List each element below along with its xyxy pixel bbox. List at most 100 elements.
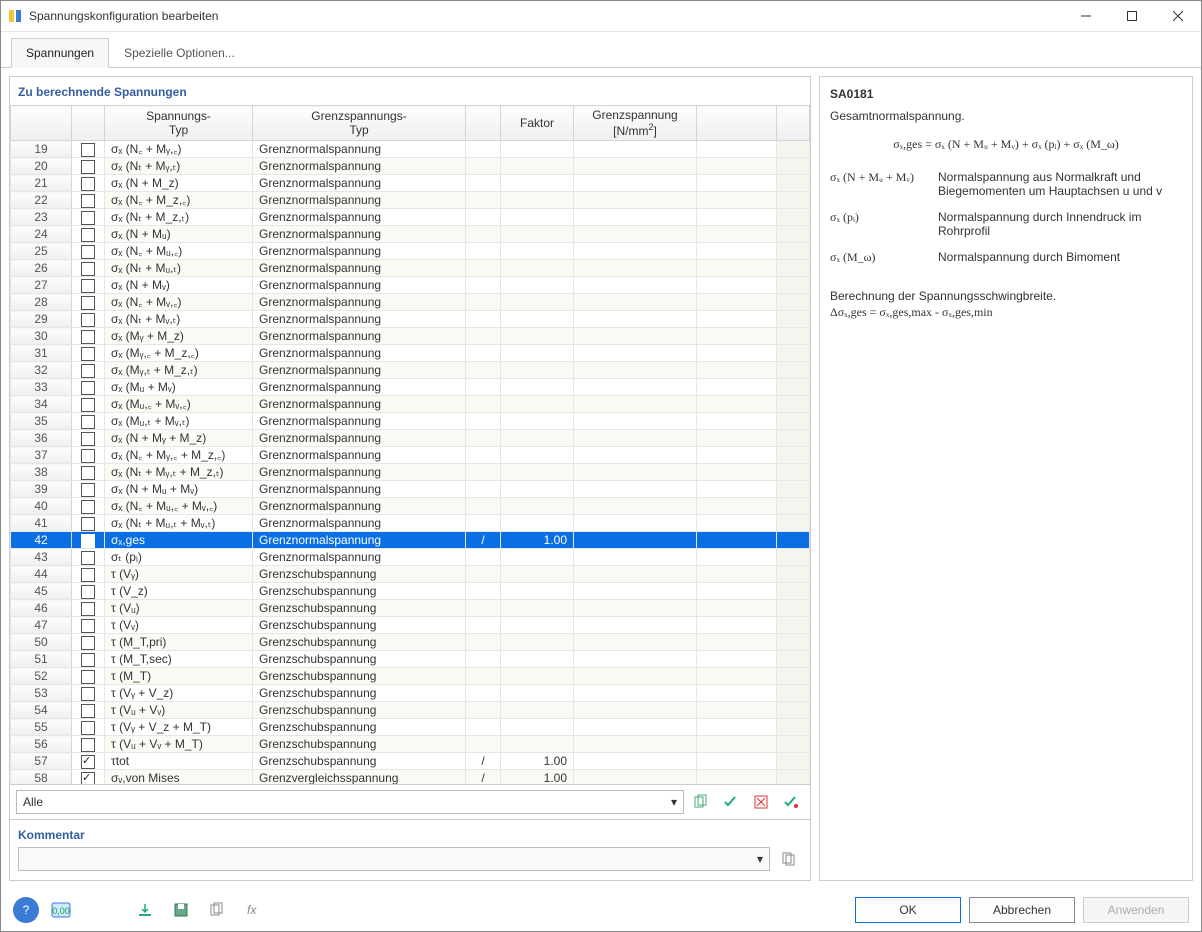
cell-limit-stress[interactable] xyxy=(574,566,697,583)
cell-limit-stress[interactable] xyxy=(574,753,697,770)
cell-limit-stress[interactable] xyxy=(574,362,697,379)
cell-limit-type[interactable]: Grenzschubspannung xyxy=(253,651,466,668)
row-checkbox[interactable] xyxy=(72,532,105,549)
cell-stress-type[interactable]: τ (V_z) xyxy=(105,583,253,600)
cell-limit-type[interactable]: Grenzschubspannung xyxy=(253,753,466,770)
cell-limit-type[interactable]: Grenzvergleichsspannung xyxy=(253,770,466,785)
row-checkbox[interactable] xyxy=(72,719,105,736)
cell-factor[interactable] xyxy=(501,617,574,634)
help-icon[interactable]: ? xyxy=(13,897,39,923)
cell-stress-type[interactable]: σₓ (Mᵧ + M_z) xyxy=(105,328,253,345)
row-checkbox[interactable] xyxy=(72,481,105,498)
cell-limit-type[interactable]: Grenznormalspannung xyxy=(253,294,466,311)
cell-factor[interactable] xyxy=(501,260,574,277)
cell-limit-type[interactable]: Grenznormalspannung xyxy=(253,362,466,379)
cell-factor[interactable] xyxy=(501,685,574,702)
cell-limit-type[interactable]: Grenzschubspannung xyxy=(253,685,466,702)
cell-limit-type[interactable]: Grenznormalspannung xyxy=(253,311,466,328)
filter-copy-icon[interactable] xyxy=(688,789,714,815)
cell-limit-type[interactable]: Grenznormalspannung xyxy=(253,345,466,362)
table-row[interactable]: 31σₓ (Mᵧ,꜀ + M_z,꜀)Grenznormalspannung xyxy=(11,345,810,362)
row-checkbox[interactable] xyxy=(72,243,105,260)
cell-stress-type[interactable]: σₓ (Nₜ + Mᵧ,ₜ + M_z,ₜ) xyxy=(105,464,253,481)
function-icon[interactable]: fx xyxy=(239,896,267,924)
import-icon[interactable] xyxy=(131,896,159,924)
cell-limit-stress[interactable] xyxy=(574,294,697,311)
cell-limit-type[interactable]: Grenznormalspannung xyxy=(253,481,466,498)
row-checkbox[interactable] xyxy=(72,345,105,362)
cell-stress-type[interactable]: σₓ (Nₜ + Mᵥ,ₜ) xyxy=(105,311,253,328)
cell-limit-stress[interactable] xyxy=(574,277,697,294)
cell-stress-type[interactable]: τ (Vᵤ + Vᵥ + M_T) xyxy=(105,736,253,753)
cell-limit-stress[interactable] xyxy=(574,158,697,175)
row-checkbox[interactable] xyxy=(72,464,105,481)
table-row[interactable]: 36σₓ (N + Mᵧ + M_z)Grenznormalspannung xyxy=(11,430,810,447)
cell-stress-type[interactable]: τ (Vᵧ) xyxy=(105,566,253,583)
cell-limit-type[interactable]: Grenznormalspannung xyxy=(253,243,466,260)
cell-factor[interactable] xyxy=(501,583,574,600)
cell-factor[interactable] xyxy=(501,192,574,209)
cell-factor[interactable] xyxy=(501,311,574,328)
row-checkbox[interactable] xyxy=(72,396,105,413)
tab-spannungen[interactable]: Spannungen xyxy=(11,38,109,68)
cell-stress-type[interactable]: σₓ (N꜀ + Mᵤ,꜀ + Mᵥ,꜀) xyxy=(105,498,253,515)
ok-button[interactable]: OK xyxy=(855,897,961,923)
cell-factor[interactable] xyxy=(501,515,574,532)
maximize-button[interactable] xyxy=(1109,1,1155,31)
cell-stress-type[interactable]: σₓ (Mᵧ,ₜ + M_z,ₜ) xyxy=(105,362,253,379)
cell-limit-type[interactable]: Grenzschubspannung xyxy=(253,668,466,685)
table-row[interactable]: 43σₜ (pᵢ)Grenznormalspannung xyxy=(11,549,810,566)
cell-factor[interactable] xyxy=(501,719,574,736)
table-row[interactable]: 47τ (Vᵥ)Grenzschubspannung xyxy=(11,617,810,634)
cell-limit-stress[interactable] xyxy=(574,634,697,651)
cell-stress-type[interactable]: τ (M_T,pri) xyxy=(105,634,253,651)
comment-library-icon[interactable] xyxy=(776,846,802,872)
row-checkbox[interactable] xyxy=(72,209,105,226)
cell-limit-type[interactable]: Grenznormalspannung xyxy=(253,447,466,464)
cell-limit-stress[interactable] xyxy=(574,396,697,413)
cell-factor[interactable] xyxy=(501,209,574,226)
cell-stress-type[interactable]: σₓ (Nₜ + M_z,ₜ) xyxy=(105,209,253,226)
cell-limit-stress[interactable] xyxy=(574,311,697,328)
cell-factor[interactable] xyxy=(501,498,574,515)
row-checkbox[interactable] xyxy=(72,617,105,634)
table-row[interactable]: 53τ (Vᵧ + V_z)Grenzschubspannung xyxy=(11,685,810,702)
cell-limit-stress[interactable] xyxy=(574,175,697,192)
cell-factor[interactable] xyxy=(501,243,574,260)
cell-limit-type[interactable]: Grenznormalspannung xyxy=(253,515,466,532)
cell-limit-stress[interactable] xyxy=(574,345,697,362)
units-icon[interactable]: 0,00 xyxy=(47,896,75,924)
cell-limit-stress[interactable] xyxy=(574,668,697,685)
table-row[interactable]: 22σₓ (N꜀ + M_z,꜀)Grenznormalspannung xyxy=(11,192,810,209)
cell-limit-stress[interactable] xyxy=(574,583,697,600)
row-checkbox[interactable] xyxy=(72,651,105,668)
table-row[interactable]: 55τ (Vᵧ + V_z + M_T)Grenzschubspannung xyxy=(11,719,810,736)
cell-stress-type[interactable]: σₓ (Nₜ + Mᵤ,ₜ) xyxy=(105,260,253,277)
uncheck-all-icon[interactable] xyxy=(748,789,774,815)
cell-factor[interactable] xyxy=(501,277,574,294)
row-checkbox[interactable] xyxy=(72,413,105,430)
cell-limit-stress[interactable] xyxy=(574,447,697,464)
cell-limit-type[interactable]: Grenzschubspannung xyxy=(253,600,466,617)
table-row[interactable]: 23σₓ (Nₜ + M_z,ₜ)Grenznormalspannung xyxy=(11,209,810,226)
cell-limit-type[interactable]: Grenzschubspannung xyxy=(253,583,466,600)
row-checkbox[interactable] xyxy=(72,770,105,785)
cell-limit-type[interactable]: Grenznormalspannung xyxy=(253,396,466,413)
row-checkbox[interactable] xyxy=(72,311,105,328)
table-row[interactable]: 56τ (Vᵤ + Vᵥ + M_T)Grenzschubspannung xyxy=(11,736,810,753)
cell-limit-type[interactable]: Grenznormalspannung xyxy=(253,260,466,277)
row-checkbox[interactable] xyxy=(72,702,105,719)
cell-stress-type[interactable]: τ (Vᵤ + Vᵥ) xyxy=(105,702,253,719)
table-row[interactable]: 45τ (V_z)Grenzschubspannung xyxy=(11,583,810,600)
cell-limit-type[interactable]: Grenznormalspannung xyxy=(253,141,466,158)
table-row[interactable]: 25σₓ (N꜀ + Mᵤ,꜀)Grenznormalspannung xyxy=(11,243,810,260)
cell-limit-stress[interactable] xyxy=(574,141,697,158)
cell-factor[interactable] xyxy=(501,668,574,685)
cell-limit-stress[interactable] xyxy=(574,243,697,260)
cell-limit-stress[interactable] xyxy=(574,192,697,209)
cell-factor[interactable] xyxy=(501,566,574,583)
cell-factor[interactable]: 1.00 xyxy=(501,753,574,770)
table-row[interactable]: 33σₓ (Mᵤ + Mᵥ)Grenznormalspannung xyxy=(11,379,810,396)
table-row[interactable]: 38σₓ (Nₜ + Mᵧ,ₜ + M_z,ₜ)Grenznormalspann… xyxy=(11,464,810,481)
cell-factor[interactable] xyxy=(501,175,574,192)
